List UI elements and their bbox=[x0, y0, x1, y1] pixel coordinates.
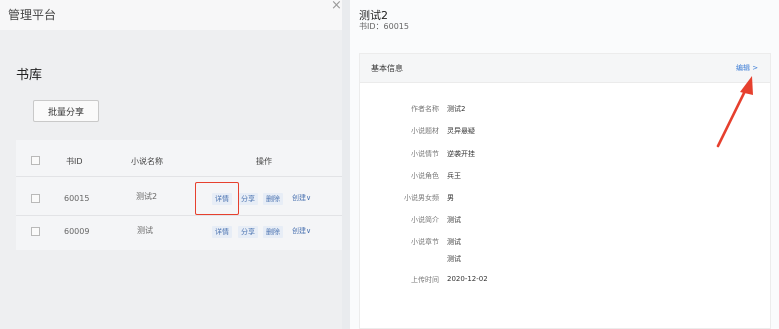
field-label-role: 小说角色 bbox=[411, 172, 439, 180]
field-value-author: 测试2 bbox=[447, 105, 466, 113]
field-value-chapter: 测试 bbox=[447, 238, 461, 246]
basic-info-card: 基本信息 编辑 > 作者名称 测试2 小说题材 灵异悬疑 小说情节 逆袭开挂 小… bbox=[359, 53, 771, 329]
field-label-intro: 小说简介 bbox=[411, 216, 439, 224]
row-divider bbox=[16, 215, 342, 216]
field-label-genre: 小说题材 bbox=[411, 127, 439, 135]
book-name: 测试 bbox=[137, 226, 153, 235]
field-label-chapter: 小说章节 bbox=[411, 238, 439, 246]
drawer-book-id: 书ID：60015 bbox=[359, 22, 409, 31]
create-dropdown[interactable]: 创建∨ bbox=[292, 226, 311, 236]
book-name: 测试2 bbox=[136, 192, 158, 201]
batch-share-button[interactable]: 批量分享 bbox=[33, 100, 99, 122]
book-id: 60009 bbox=[64, 227, 90, 236]
book-id: 60015 bbox=[64, 194, 90, 203]
delete-button[interactable]: 删除 bbox=[263, 193, 283, 205]
edit-link[interactable]: 编辑 > bbox=[736, 63, 758, 73]
page-title: 书库 bbox=[16, 68, 43, 83]
field-label-upload-time: 上传时间 bbox=[411, 276, 439, 284]
field-value-upload-time: 2020-12-02 bbox=[447, 275, 488, 283]
card-header: 基本信息 编辑 > bbox=[360, 54, 770, 83]
row-divider bbox=[16, 176, 342, 177]
row-checkbox[interactable] bbox=[31, 227, 40, 236]
delete-button[interactable]: 删除 bbox=[263, 226, 283, 238]
column-header-id: 书ID bbox=[66, 157, 83, 166]
field-label-gender: 小说男女频 bbox=[404, 194, 439, 202]
column-header-name: 小说名称 bbox=[131, 157, 163, 166]
detail-drawer: 测试2 书ID：60015 基本信息 编辑 > 作者名称 测试2 小说题材 灵异… bbox=[350, 0, 779, 329]
share-button[interactable]: 分享 bbox=[238, 226, 258, 238]
field-label-plot: 小说情节 bbox=[411, 150, 439, 158]
share-button[interactable]: 分享 bbox=[238, 193, 258, 205]
select-all-checkbox[interactable] bbox=[31, 156, 40, 165]
field-value-genre: 灵异悬疑 bbox=[447, 127, 475, 135]
list-page: 管理平台 书库 批量分享 书ID 小说名称 操作 60015 测试2 详情 分享… bbox=[0, 0, 342, 329]
top-header: 管理平台 bbox=[0, 0, 342, 30]
field-label-author: 作者名称 bbox=[411, 105, 439, 113]
create-dropdown[interactable]: 创建∨ bbox=[292, 193, 311, 203]
field-value-chapter-2: 测试 bbox=[447, 255, 461, 263]
detail-button[interactable]: 详情 bbox=[212, 226, 232, 238]
row-checkbox[interactable] bbox=[31, 194, 40, 203]
field-value-plot: 逆袭开挂 bbox=[447, 150, 475, 158]
field-value-gender: 男 bbox=[447, 194, 454, 202]
field-value-role: 兵王 bbox=[447, 172, 461, 180]
detail-highlight-box bbox=[195, 182, 239, 215]
card-title: 基本信息 bbox=[371, 64, 403, 73]
column-header-ops: 操作 bbox=[256, 157, 272, 166]
close-icon[interactable]: × bbox=[331, 0, 342, 13]
app-title: 管理平台 bbox=[8, 8, 57, 22]
field-value-intro: 测试 bbox=[447, 216, 461, 224]
